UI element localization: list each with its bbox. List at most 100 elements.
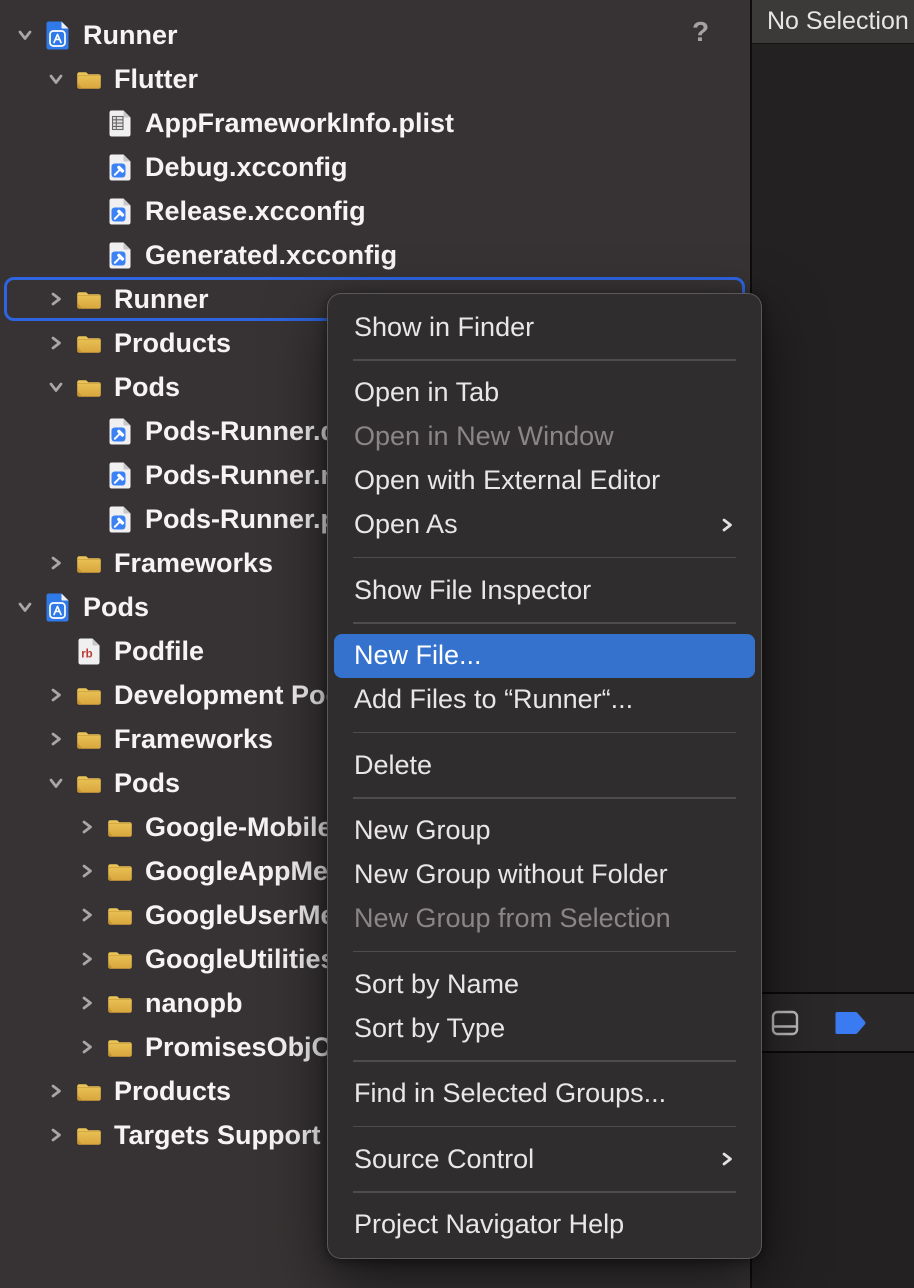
menu-separator [353, 1191, 736, 1193]
folder-icon [75, 371, 102, 403]
flag-icon[interactable] [834, 1010, 868, 1035]
folder-icon [75, 327, 102, 359]
menu-item-open-in-new-window: Open in New Window [328, 415, 761, 459]
disclosure-chevron-icon[interactable] [16, 27, 33, 44]
disclosure-spacer [78, 423, 95, 440]
menu-item-project-navigator-help[interactable]: Project Navigator Help [328, 1203, 761, 1247]
folder-icon [106, 943, 133, 975]
tree-row-generated-xcconfig[interactable]: Generated.xcconfig [0, 233, 750, 277]
tree-item-label: Targets Support F [114, 1120, 345, 1151]
tree-row-debug-xcconfig[interactable]: Debug.xcconfig [0, 145, 750, 189]
menu-item-sort-by-name[interactable]: Sort by Name [328, 962, 761, 1006]
disclosure-chevron-icon[interactable] [78, 995, 95, 1012]
disclosure-chevron-icon[interactable] [78, 863, 95, 880]
tree-item-label: Pods-Runner.re [145, 460, 346, 491]
disclosure-chevron-icon[interactable] [78, 907, 95, 924]
disclosure-spacer [78, 159, 95, 176]
tree-item-label: GoogleUserMe [145, 900, 336, 931]
menu-separator [353, 359, 736, 361]
disclosure-chevron-icon[interactable] [47, 555, 64, 572]
xcconfig-icon [106, 415, 133, 447]
context-menu: Show in Finder Open in Tab Open in New Win… [327, 293, 762, 1259]
menu-item-new-group[interactable]: New Group [328, 809, 761, 853]
folder-icon [106, 899, 133, 931]
menu-item-find-in-selected-groups[interactable]: Find in Selected Groups... [328, 1072, 761, 1116]
ruby-icon: rb [75, 635, 102, 667]
tree-item-label: GoogleAppMea [145, 856, 343, 887]
menu-item-open-in-tab[interactable]: Open in Tab [328, 371, 761, 415]
xcconfig-icon [106, 151, 133, 183]
menu-item-label: Project Navigator Help [354, 1209, 735, 1240]
disclosure-spacer [78, 247, 95, 264]
help-cursor-badge: ? [692, 16, 709, 48]
editor-layout-icon[interactable] [771, 1009, 799, 1037]
folder-icon [75, 1119, 102, 1151]
tree-row-appframeworkinfo-plist[interactable]: AppFrameworkInfo.plist [0, 101, 750, 145]
tree-item-label: Development Poc [114, 680, 341, 711]
menu-item-label: Sort by Type [354, 1013, 735, 1044]
tree-item-label: GoogleUtilities [145, 944, 336, 975]
menu-item-source-control[interactable]: Source Control [328, 1137, 761, 1181]
menu-item-label: New File... [354, 640, 735, 671]
disclosure-chevron-icon[interactable] [47, 379, 64, 396]
tree-item-label: Products [114, 1076, 231, 1107]
disclosure-chevron-icon[interactable] [78, 1039, 95, 1056]
disclosure-chevron-icon[interactable] [78, 951, 95, 968]
menu-separator [353, 622, 736, 624]
tree-item-label: Release.xcconfig [145, 196, 366, 227]
menu-item-new-group-without-folder[interactable]: New Group without Folder [328, 853, 761, 897]
disclosure-chevron-icon[interactable] [47, 775, 64, 792]
menu-item-label: New Group from Selection [354, 903, 735, 934]
menu-item-label: Show in Finder [354, 312, 735, 343]
folder-icon [75, 283, 102, 315]
menu-item-new-file[interactable]: New File... [334, 634, 755, 678]
menu-item-delete[interactable]: Delete [328, 743, 761, 787]
menu-separator [353, 1060, 736, 1062]
disclosure-spacer [78, 467, 95, 484]
plist-icon [106, 107, 133, 139]
menu-item-open-as[interactable]: Open As [328, 503, 761, 547]
disclosure-chevron-icon[interactable] [47, 1083, 64, 1100]
tree-item-label: Frameworks [114, 548, 273, 579]
menu-item-open-with-external-editor[interactable]: Open with External Editor [328, 459, 761, 503]
menu-item-label: New Group [354, 815, 735, 846]
xcode-project-icon [44, 591, 71, 623]
tree-item-label: PromisesObjC [145, 1032, 331, 1063]
disclosure-chevron-icon[interactable] [47, 335, 64, 352]
tree-item-label: Runner [83, 20, 178, 51]
menu-item-label: Open in Tab [354, 377, 735, 408]
disclosure-chevron-icon[interactable] [47, 1127, 64, 1144]
tree-item-label: Products [114, 328, 231, 359]
folder-icon [106, 1031, 133, 1063]
tree-row-runner[interactable]: Runner [0, 13, 750, 57]
folder-icon [106, 987, 133, 1019]
menu-separator [353, 557, 736, 559]
menu-item-show-in-finder[interactable]: Show in Finder [328, 305, 761, 349]
menu-item-sort-by-type[interactable]: Sort by Type [328, 1006, 761, 1050]
disclosure-chevron-icon[interactable] [47, 71, 64, 88]
tree-item-label: Debug.xcconfig [145, 152, 348, 183]
disclosure-chevron-icon[interactable] [47, 291, 64, 308]
tree-item-label: Pods-Runner.d [145, 416, 337, 447]
disclosure-chevron-icon[interactable] [16, 599, 33, 616]
inspector-toolbar [752, 992, 914, 1053]
menu-item-label: Add Files to “Runner“... [354, 684, 735, 715]
menu-item-label: Show File Inspector [354, 575, 735, 606]
folder-icon [75, 1075, 102, 1107]
tree-item-label: Google-Mobile [145, 812, 332, 843]
tree-row-release-xcconfig[interactable]: Release.xcconfig [0, 189, 750, 233]
menu-item-label: Source Control [354, 1144, 719, 1175]
tree-row-flutter[interactable]: Flutter [0, 57, 750, 101]
menu-item-add-files-to-runner[interactable]: Add Files to “Runner“... [328, 678, 761, 722]
disclosure-spacer [78, 203, 95, 220]
disclosure-chevron-icon[interactable] [47, 687, 64, 704]
folder-icon [75, 767, 102, 799]
disclosure-chevron-icon[interactable] [47, 731, 64, 748]
tree-item-label: AppFrameworkInfo.plist [145, 108, 454, 139]
disclosure-chevron-icon[interactable] [78, 819, 95, 836]
menu-item-show-file-inspector[interactable]: Show File Inspector [328, 568, 761, 612]
inspector-header: No Selection [752, 0, 914, 44]
menu-item-new-group-from-selection: New Group from Selection [328, 897, 761, 941]
tree-item-label: Pods-Runner.p [145, 504, 337, 535]
menu-item-label: Open As [354, 509, 719, 540]
